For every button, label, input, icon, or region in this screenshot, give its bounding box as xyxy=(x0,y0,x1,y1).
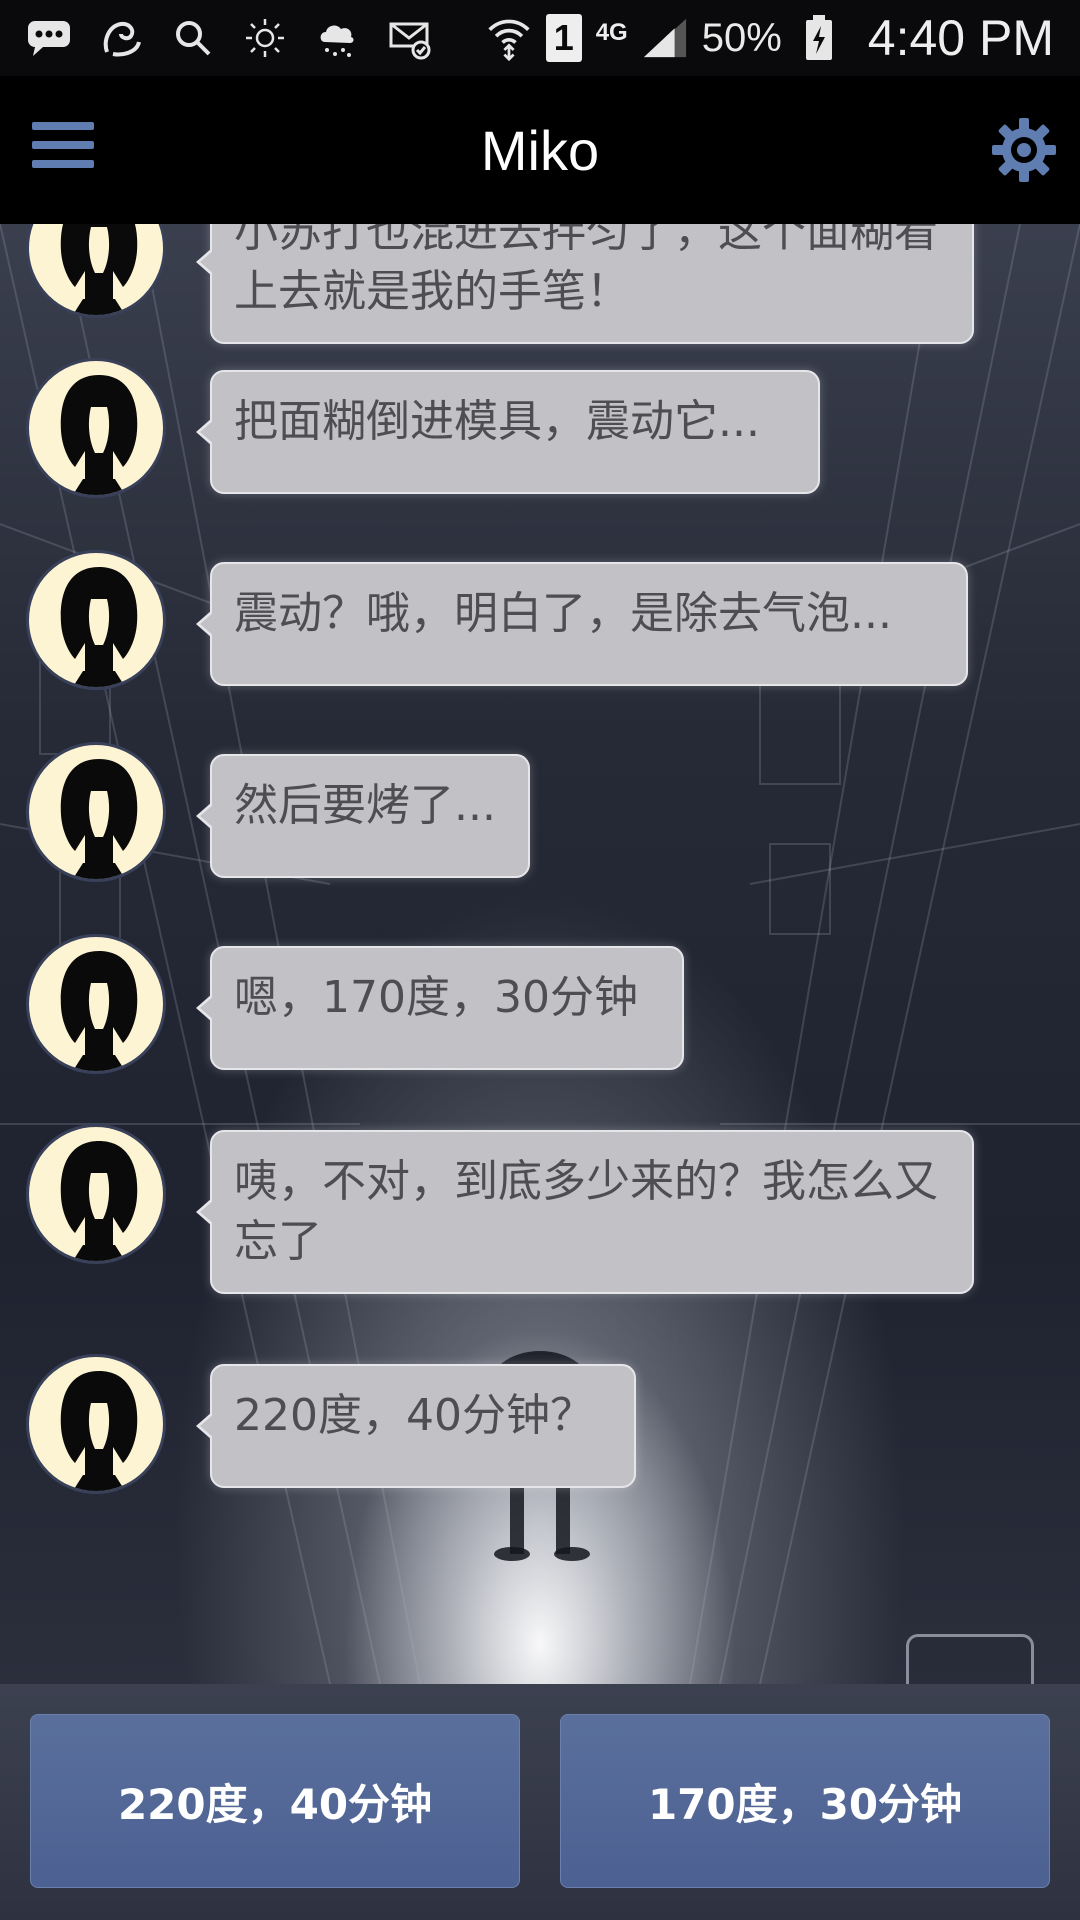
message-icon xyxy=(26,15,72,61)
app-bar: Miko xyxy=(0,76,1080,224)
battery-percentage: 50% xyxy=(701,15,782,60)
message-bubble: 220度，40分钟？ xyxy=(196,1364,636,1488)
message-bubble: 咦，不对，到底多少来的？我怎么又忘了 xyxy=(196,1130,974,1294)
message-bubble: 小苏打也混进去拌匀了，这个面糊看上去就是我的手笔！ xyxy=(196,224,974,344)
scroll-down-tab[interactable] xyxy=(906,1634,1034,1684)
avatar[interactable] xyxy=(26,550,166,690)
page-title: Miko xyxy=(480,118,600,182)
message-bubble: 嗯，170度，30分钟 xyxy=(196,946,684,1070)
avatar[interactable] xyxy=(26,1354,166,1494)
avatar[interactable] xyxy=(26,1124,166,1264)
status-bar: 1 4G 50% 4:40 PM xyxy=(0,0,1080,76)
chat-area[interactable]: 小苏打也混进去拌匀了，这个面糊看上去就是我的手笔！ 把面糊倒进模具，震动它...… xyxy=(0,224,1080,1684)
avatar[interactable] xyxy=(26,358,166,498)
message-bubble: 把面糊倒进模具，震动它... xyxy=(196,370,820,494)
gear-icon[interactable] xyxy=(990,116,1058,184)
battery-charging-icon xyxy=(796,15,842,61)
sun-icon xyxy=(242,15,288,61)
wifi-icon xyxy=(486,15,532,62)
mail-check-icon xyxy=(386,15,432,61)
reply-choice-bar: 220度，40分钟 170度，30分钟 xyxy=(0,1684,1080,1920)
avatar[interactable] xyxy=(26,934,166,1074)
uc-browser-icon xyxy=(98,15,144,61)
choice-button-1[interactable]: 220度，40分钟 xyxy=(30,1714,520,1888)
system-indicators: 1 4G 50% 4:40 PM xyxy=(486,9,1054,67)
hamburger-menu-icon[interactable] xyxy=(32,122,94,178)
notification-icons xyxy=(26,15,432,61)
sim-icon: 1 xyxy=(545,14,582,62)
message-bubble: 震动？哦，明白了，是除去气泡... xyxy=(196,562,968,686)
cloud-rain-icon xyxy=(314,15,360,61)
message-bubble: 然后要烤了... xyxy=(196,754,530,878)
search-icon xyxy=(170,15,216,61)
clock: 4:40 PM xyxy=(867,10,1054,66)
signal-icon xyxy=(642,15,688,61)
avatar[interactable] xyxy=(26,742,166,882)
choice-button-2[interactable]: 170度，30分钟 xyxy=(560,1714,1050,1888)
network-type: 4G xyxy=(595,19,628,46)
